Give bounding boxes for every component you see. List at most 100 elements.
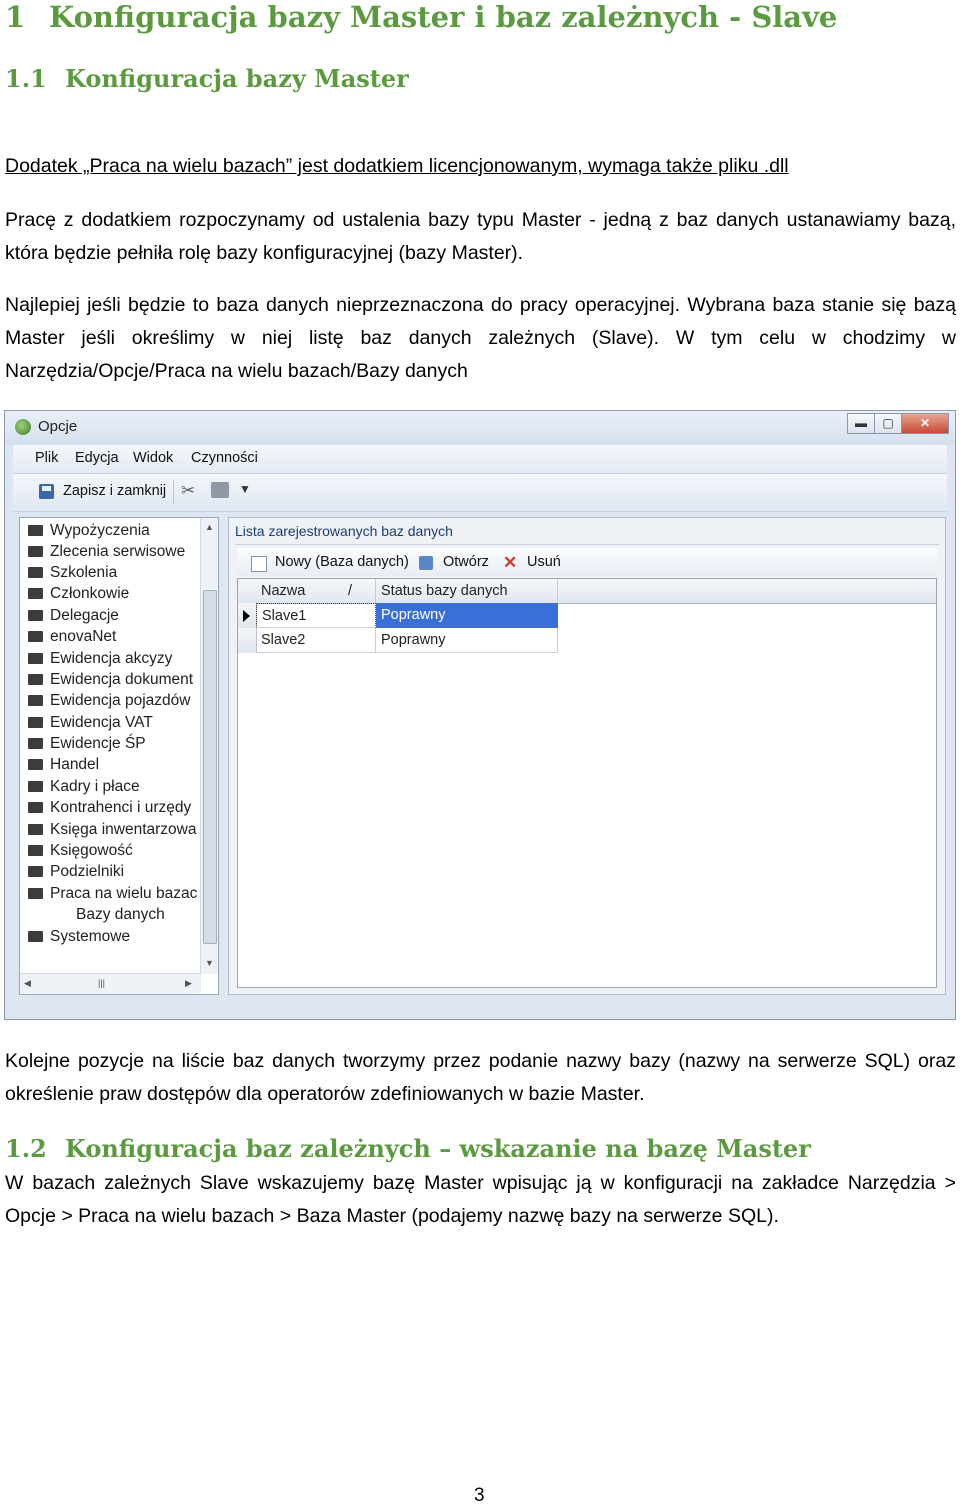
paragraph-master-choice: Najlepiej jeśli będzie to baza danych ni… <box>5 294 956 382</box>
folder-icon <box>28 781 43 792</box>
new-database-button[interactable]: Nowy (Baza danych) <box>275 554 409 570</box>
tree-item-label: Systemowe <box>50 928 131 945</box>
table-row[interactable]: Slave1 Poprawny <box>238 603 558 628</box>
tools-icon[interactable]: ✂ <box>181 481 195 501</box>
tree-item-bazy-danych[interactable]: Bazy danych <box>76 906 165 926</box>
close-button[interactable]: ✕ <box>901 413 949 434</box>
column-header-status[interactable]: Status bazy danych <box>376 579 558 603</box>
menu-edycja[interactable]: Edycja <box>75 450 119 466</box>
tree-item-label: enovaNet <box>50 628 117 645</box>
minimize-button[interactable]: ▬ <box>847 413 875 434</box>
print-icon[interactable] <box>211 482 229 498</box>
table-row[interactable]: Slave2 Poprawny <box>238 628 558 653</box>
column-header-label: Nazwa <box>261 583 306 599</box>
tree-item[interactable]: Zlecenia serwisowe <box>28 543 185 563</box>
tree-item[interactable]: Podzielniki <box>28 863 124 883</box>
tree-item-label: Ewidencja akcyzy <box>50 650 173 667</box>
folder-icon <box>28 674 43 685</box>
paragraph-license: Dodatek „Praca na wielu bazach” jest dod… <box>5 155 789 177</box>
tree-item-label: Delegacje <box>50 607 119 624</box>
options-window: Opcje ▬ ▢ ✕ Plik Edycja Widok Czynności … <box>4 410 956 1020</box>
tree-item[interactable]: Kontrahenci i urzędy <box>28 799 191 819</box>
databases-panel: Lista zarejestrowanych baz danych Nowy (… <box>228 517 946 995</box>
folder-icon <box>28 931 43 942</box>
tree-item-label: Kontrahenci i urzędy <box>50 799 192 816</box>
folder-icon <box>28 610 43 621</box>
tree-item[interactable]: Ewidencja pojazdów <box>28 692 190 712</box>
tree-item-label: Ewidencje ŚP <box>50 735 146 752</box>
save-and-close-button[interactable]: Zapisz i zamknij <box>63 483 166 499</box>
tree-item[interactable]: Księgowość <box>28 842 133 862</box>
tree-item-label: Bazy danych <box>76 906 165 923</box>
chevron-down-icon[interactable]: ▼ <box>239 482 251 496</box>
app-icon <box>15 419 31 435</box>
tree-item[interactable]: enovaNet <box>28 628 116 648</box>
cell-status[interactable]: Poprawny <box>376 628 558 653</box>
tree-item[interactable]: Księga inwentarzowa <box>28 821 196 841</box>
folder-icon <box>28 866 43 877</box>
menu-bar: Plik Edycja Widok Czynności <box>13 445 947 474</box>
tree-item-label: Ewidencja pojazdów <box>50 692 191 709</box>
new-document-icon[interactable] <box>251 556 267 572</box>
scroll-right-icon[interactable]: ▶ <box>185 978 192 989</box>
page-number: 3 <box>474 1485 485 1506</box>
menu-widok[interactable]: Widok <box>133 450 173 466</box>
delete-button[interactable]: Usuń <box>527 554 561 570</box>
cell-name[interactable]: Slave1 <box>256 603 376 628</box>
row-selector[interactable] <box>238 628 257 653</box>
tree-item[interactable]: Delegacje <box>28 607 119 627</box>
row-selector[interactable] <box>238 603 257 628</box>
cell-status[interactable]: Poprawny <box>376 603 558 628</box>
panel-title: Lista zarejestrowanych baz danych <box>235 523 453 539</box>
column-header-nazwa[interactable]: Nazwa / <box>256 579 376 603</box>
scroll-left-icon[interactable]: ◀ <box>24 978 31 989</box>
grid-header: Nazwa / Status bazy danych <box>238 579 936 604</box>
open-folder-icon <box>28 888 43 899</box>
cell-name[interactable]: Slave2 <box>256 628 376 653</box>
tree-item[interactable]: Ewidencja dokument <box>28 671 193 691</box>
open-icon[interactable] <box>419 556 433 570</box>
menu-czynnosci[interactable]: Czynności <box>191 450 258 466</box>
tree-item-label: Księga inwentarzowa <box>50 821 197 838</box>
panel-toolbar: Nowy (Baza danych) Otwórz ✕ Usuń <box>237 548 937 576</box>
maximize-button[interactable]: ▢ <box>874 413 902 434</box>
heading-1-text: Konfiguracja bazy Master i baz zależnych… <box>49 0 838 34</box>
tree-item[interactable]: Wypożyczenia <box>28 522 150 542</box>
scroll-thumb[interactable] <box>203 590 217 944</box>
window-titlebar: Opcje ▬ ▢ ✕ <box>5 411 955 445</box>
tree-item[interactable]: Członkowie <box>28 585 129 605</box>
tree-item[interactable]: Ewidencja akcyzy <box>28 650 172 670</box>
scroll-down-icon[interactable]: ▼ <box>205 958 214 968</box>
menu-plik[interactable]: Plik <box>35 450 58 466</box>
folder-icon <box>28 802 43 813</box>
heading-1: 1 Konfiguracja bazy Master i baz zależnyc… <box>5 0 837 34</box>
heading-1-1: 1.1 Konfiguracja bazy Master <box>5 64 409 93</box>
folder-icon <box>28 695 43 706</box>
tree-item[interactable]: Ewidencja VAT <box>28 714 153 734</box>
tree-item-label: Ewidencja VAT <box>50 714 153 731</box>
folder-icon <box>28 525 43 536</box>
toolbar-separator <box>173 480 174 504</box>
scroll-grip-icon[interactable]: ||| <box>98 978 105 988</box>
heading-1-2-number: 1.2 <box>5 1134 47 1163</box>
tree-item[interactable]: Ewidencje ŚP <box>28 735 146 755</box>
open-button[interactable]: Otwórz <box>443 554 489 570</box>
heading-1-2: 1.2 Konfiguracja baz zależnych – wskazani… <box>5 1134 811 1163</box>
tree-item[interactable]: Handel <box>28 756 99 776</box>
tree-item[interactable]: Systemowe <box>28 928 130 948</box>
panel-divider <box>235 544 939 545</box>
tree-item-label: Księgowość <box>50 842 133 859</box>
save-icon[interactable] <box>39 484 54 499</box>
tree-item[interactable]: Kadry i płace <box>28 778 140 798</box>
tree-horizontal-scrollbar[interactable]: ◀ ||| ▶ <box>20 973 201 994</box>
delete-icon[interactable]: ✕ <box>503 553 517 572</box>
folder-icon <box>28 546 43 557</box>
scroll-up-icon[interactable]: ▲ <box>205 522 214 532</box>
tree-item[interactable]: Szkolenia <box>28 564 117 584</box>
heading-1-1-number: 1.1 <box>5 64 47 93</box>
tree-item-praca-na-wielu-bazach[interactable]: Praca na wielu bazac <box>28 885 197 905</box>
tree-item-label: Członkowie <box>50 585 130 602</box>
heading-1-2-text: Konfiguracja baz zależnych – wskazanie n… <box>65 1134 811 1163</box>
tree-vertical-scrollbar[interactable]: ▲ ▼ <box>200 518 218 974</box>
sort-icon: / <box>348 583 353 599</box>
